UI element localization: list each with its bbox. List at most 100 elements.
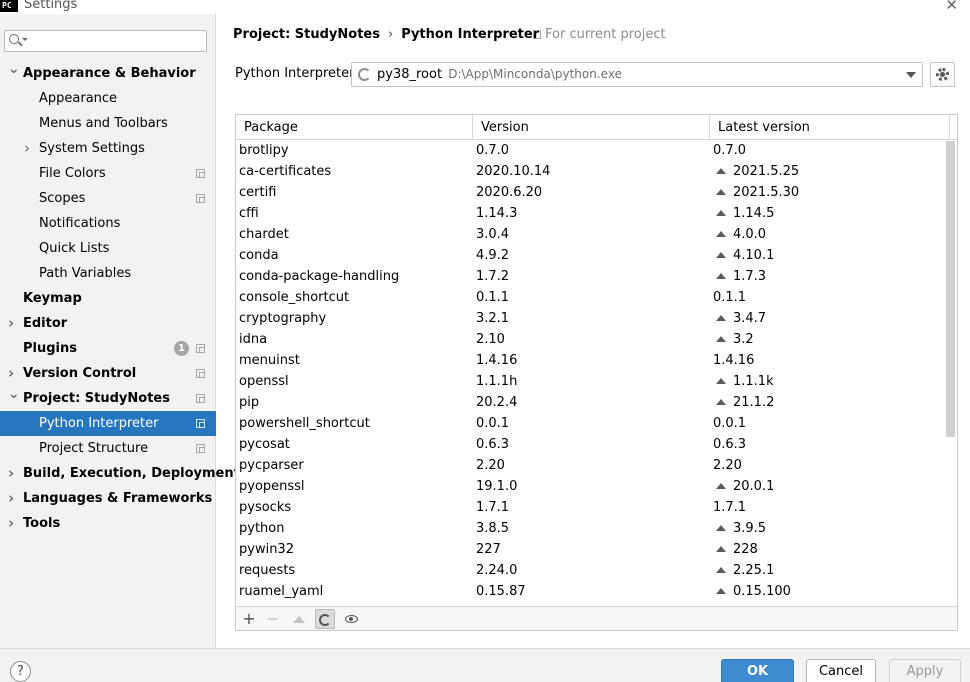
package-latest-version: 0.1.1 — [713, 287, 746, 308]
sidebar-item[interactable]: Menus and Toolbars — [0, 111, 216, 136]
project-scope-icon — [196, 369, 205, 378]
chevron-right-icon[interactable]: › — [24, 136, 34, 161]
sidebar-item[interactable]: Path Variables — [0, 261, 216, 286]
table-row[interactable]: cffi 1.14.3 1.14.5 — [236, 203, 944, 224]
table-row[interactable]: menuinst 1.4.16 1.4.16 — [236, 350, 944, 371]
table-row[interactable]: cryptography 3.2.1 3.4.7 — [236, 308, 944, 329]
package-latest-version: 2021.5.30 — [713, 182, 799, 203]
table-row[interactable]: python 3.8.5 3.9.5 — [236, 518, 944, 539]
sidebar-item[interactable]: › Editor — [0, 311, 216, 336]
breadcrumb-project: Project: StudyNotes — [233, 27, 380, 42]
table-row[interactable]: certifi 2020.6.20 2021.5.30 — [236, 182, 944, 203]
table-row[interactable]: ruamel_yaml 0.15.87 0.15.100 — [236, 581, 944, 602]
help-button[interactable]: ? — [10, 661, 31, 682]
chevron-right-icon[interactable]: › — [8, 486, 18, 511]
table-row[interactable]: ca-certificates 2020.10.14 2021.5.25 — [236, 161, 944, 182]
table-header: Package Version Latest version — [236, 115, 957, 140]
column-header-package[interactable]: Package — [236, 115, 473, 140]
package-version: 0.6.3 — [476, 437, 510, 452]
column-header-version[interactable]: Version — [473, 115, 710, 140]
sidebar-item[interactable]: › System Settings — [0, 136, 216, 161]
sidebar-item[interactable]: Notifications — [0, 211, 216, 236]
chevron-down-icon[interactable] — [906, 72, 916, 78]
column-header-latest-version[interactable]: Latest version — [710, 115, 950, 140]
package-latest-version: 4.0.0 — [713, 224, 766, 245]
sidebar-item[interactable]: Plugins 1 — [0, 336, 216, 361]
package-latest-version: 2.20 — [713, 455, 742, 476]
refresh-button[interactable] — [315, 609, 335, 629]
latest-version-text: 2021.5.25 — [733, 164, 800, 179]
sidebar-item-label: System Settings — [39, 141, 145, 156]
table-row[interactable]: pywin32 227 228 — [236, 539, 944, 560]
table-row[interactable]: pycosat 0.6.3 0.6.3 — [236, 434, 944, 455]
upgrade-available-icon — [716, 189, 726, 195]
package-name: conda-package-handling — [239, 269, 400, 284]
upgrade-available-icon — [716, 546, 726, 552]
table-row[interactable]: conda-package-handling 1.7.2 1.7.3 — [236, 266, 944, 287]
sidebar-item[interactable]: › Tools — [0, 511, 216, 536]
package-latest-version: 20.0.1 — [713, 476, 774, 497]
chevron-down-icon[interactable]: ⌄ — [8, 57, 20, 82]
table-row[interactable]: pysocks 1.7.1 1.7.1 — [236, 497, 944, 518]
package-latest-version: 1.14.5 — [713, 203, 774, 224]
table-row[interactable]: pycparser 2.20 2.20 — [236, 455, 944, 476]
table-row[interactable]: brotlipy 0.7.0 0.7.0 — [236, 140, 944, 161]
table-row[interactable]: requests 2.24.0 2.25.1 — [236, 560, 944, 581]
chevron-right-icon[interactable]: › — [8, 511, 18, 536]
apply-button[interactable]: Apply — [889, 659, 961, 682]
cancel-button[interactable]: Cancel — [806, 659, 876, 682]
chevron-right-icon[interactable]: › — [8, 461, 18, 486]
table-row[interactable]: conda 4.9.2 4.10.1 — [236, 245, 944, 266]
sidebar-item[interactable]: ⌄ Project: StudyNotes — [0, 386, 216, 411]
package-version: 20.2.4 — [476, 395, 518, 410]
table-row[interactable]: openssl 1.1.1h 1.1.1k — [236, 371, 944, 392]
upgrade-package-button[interactable] — [289, 609, 309, 629]
sidebar-item[interactable]: Python Interpreter — [0, 411, 216, 436]
package-version: 0.15.87 — [476, 584, 526, 599]
sidebar-item[interactable]: › Version Control — [0, 361, 216, 386]
close-icon[interactable]: ✕ — [945, 0, 958, 14]
sidebar-item[interactable]: › Build, Execution, Deployment — [0, 461, 240, 486]
table-scrollbar[interactable] — [946, 141, 955, 437]
package-name: python — [239, 521, 285, 536]
table-row[interactable]: chardet 3.0.4 4.0.0 — [236, 224, 944, 245]
table-row[interactable]: pyopenssl 19.1.0 20.0.1 — [236, 476, 944, 497]
chevron-right-icon[interactable]: › — [8, 311, 18, 336]
search-input[interactable] — [4, 30, 207, 52]
latest-version-text: 0.0.1 — [713, 416, 747, 431]
sidebar-item[interactable]: File Colors — [0, 161, 216, 186]
package-name: cryptography — [239, 311, 327, 326]
project-scope-icon — [196, 344, 205, 353]
upgrade-available-icon — [716, 525, 726, 531]
show-early-releases-button[interactable] — [341, 609, 361, 629]
table-row[interactable]: idna 2.10 3.2 — [236, 329, 944, 350]
interpreter-settings-button[interactable] — [930, 62, 955, 87]
sidebar-item[interactable]: Keymap — [0, 286, 216, 311]
search-history-dropdown-icon[interactable] — [22, 38, 28, 41]
ok-button[interactable]: OK — [721, 659, 794, 682]
sidebar-item[interactable]: › Languages & Frameworks — [0, 486, 216, 511]
upgrade-available-icon — [716, 210, 726, 216]
gear-icon — [936, 68, 949, 81]
add-package-button[interactable]: + — [239, 609, 259, 629]
table-row[interactable]: console_shortcut 0.1.1 0.1.1 — [236, 287, 944, 308]
title-bar: PC Settings ✕ — [0, 0, 970, 14]
sidebar-item[interactable]: Appearance — [0, 86, 216, 111]
chevron-down-icon[interactable]: ⌄ — [8, 382, 20, 407]
latest-version-text: 3.9.5 — [733, 521, 767, 536]
sidebar-item[interactable]: ⌄ Appearance & Behavior — [0, 61, 216, 86]
table-row[interactable]: pip 20.2.4 21.1.2 — [236, 392, 944, 413]
remove-package-button[interactable]: − — [263, 609, 283, 629]
package-version: 0.1.1 — [476, 290, 510, 305]
table-row[interactable]: powershell_shortcut 0.0.1 0.0.1 — [236, 413, 944, 434]
package-name: console_shortcut — [239, 290, 350, 305]
latest-version-text: 1.1.1k — [733, 374, 774, 389]
sidebar-item-label: Appearance & Behavior — [23, 66, 196, 81]
sidebar-item[interactable]: Quick Lists — [0, 236, 216, 261]
latest-version-text: 4.0.0 — [733, 227, 767, 242]
latest-version-text: 21.1.2 — [733, 395, 775, 410]
sidebar-item[interactable]: Project Structure — [0, 436, 216, 461]
package-name: requests — [239, 563, 296, 578]
interpreter-select[interactable]: py38_root D:\App\Minconda\python.exe — [351, 62, 923, 87]
sidebar-item[interactable]: Scopes — [0, 186, 216, 211]
